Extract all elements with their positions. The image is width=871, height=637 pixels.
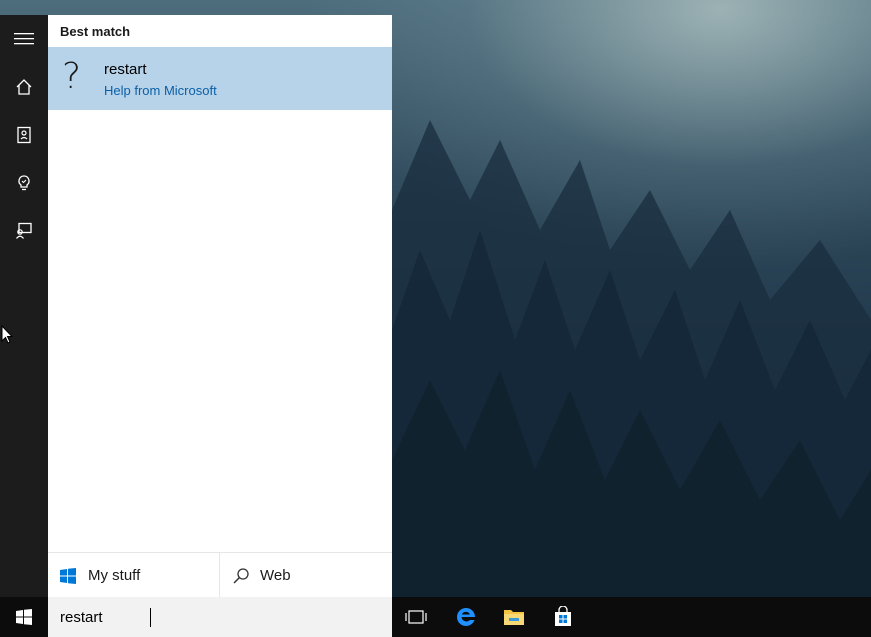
lightbulb-icon xyxy=(18,175,30,191)
my-stuff-button[interactable]: My stuff xyxy=(48,553,219,598)
cortana-left-rail xyxy=(0,15,48,597)
file-explorer-taskbar-button[interactable] xyxy=(490,597,538,637)
result-subtitle: Help from Microsoft xyxy=(104,83,217,98)
file-explorer-icon xyxy=(504,610,524,625)
question-mark-icon: ? xyxy=(62,56,82,97)
store-icon xyxy=(555,606,571,626)
edge-browser-icon xyxy=(457,608,475,626)
notebook-button[interactable] xyxy=(0,111,48,159)
home-icon xyxy=(16,79,32,95)
search-scope-bar: My stuff Web xyxy=(48,552,392,598)
result-title: restart xyxy=(104,61,147,78)
web-label: Web xyxy=(260,567,291,584)
my-stuff-label: My stuff xyxy=(88,567,141,584)
task-view-icon xyxy=(405,610,427,624)
edge-taskbar-button[interactable] xyxy=(442,597,490,637)
text-caret xyxy=(150,608,151,627)
notebook-icon xyxy=(17,126,31,144)
store-taskbar-button[interactable] xyxy=(539,597,587,637)
search-input[interactable] xyxy=(48,597,380,637)
feedback-button[interactable] xyxy=(0,207,48,255)
reminders-button[interactable] xyxy=(0,159,48,207)
mouse-pointer-icon xyxy=(1,325,13,344)
best-match-header: Best match xyxy=(60,24,131,39)
web-button[interactable]: Web xyxy=(220,553,392,598)
search-icon xyxy=(233,567,249,584)
hamburger-menu-icon xyxy=(14,33,34,45)
best-match-result[interactable]: ? restart Help from Microsoft xyxy=(48,47,392,110)
home-button[interactable] xyxy=(0,63,48,111)
hamburger-menu-button[interactable] xyxy=(0,15,48,63)
taskbar xyxy=(0,597,871,637)
start-button[interactable] xyxy=(0,597,48,637)
search-results-panel: Best match ? restart Help from Microsoft… xyxy=(48,15,392,598)
search-box[interactable] xyxy=(48,597,392,637)
windows-logo-icon xyxy=(60,567,76,584)
task-view-button[interactable] xyxy=(392,597,440,637)
windows-start-icon xyxy=(16,609,32,625)
feedback-icon xyxy=(16,222,32,239)
